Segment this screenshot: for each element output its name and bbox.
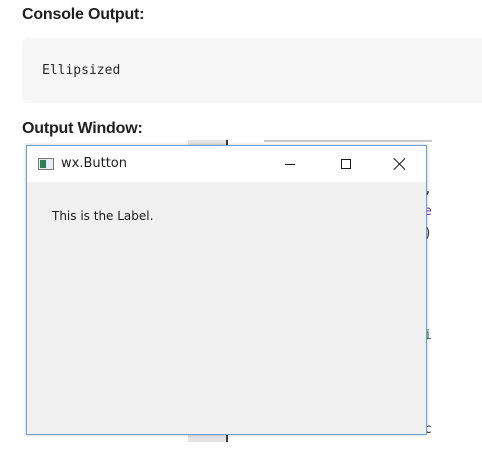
console-output-heading: Console Output:	[22, 6, 145, 23]
page: Console Output: Ellipsized Output Window…	[0, 0, 482, 456]
console-output-box: Ellipsized	[22, 38, 482, 103]
console-output-text: Ellipsized	[42, 63, 121, 78]
app-icon	[38, 158, 54, 170]
minimize-button[interactable]	[267, 146, 313, 182]
wx-button-window: wx.Button This is the Label.	[26, 145, 427, 435]
maximize-icon	[341, 159, 351, 169]
static-label: This is the Label.	[52, 209, 154, 223]
window-title: wx.Button	[61, 156, 128, 171]
close-button[interactable]	[377, 146, 423, 182]
window-titlebar[interactable]: wx.Button	[27, 146, 426, 182]
close-icon	[394, 158, 406, 170]
maximize-button[interactable]	[323, 146, 369, 182]
minimize-icon	[285, 163, 295, 165]
output-window-heading: Output Window:	[22, 120, 143, 137]
